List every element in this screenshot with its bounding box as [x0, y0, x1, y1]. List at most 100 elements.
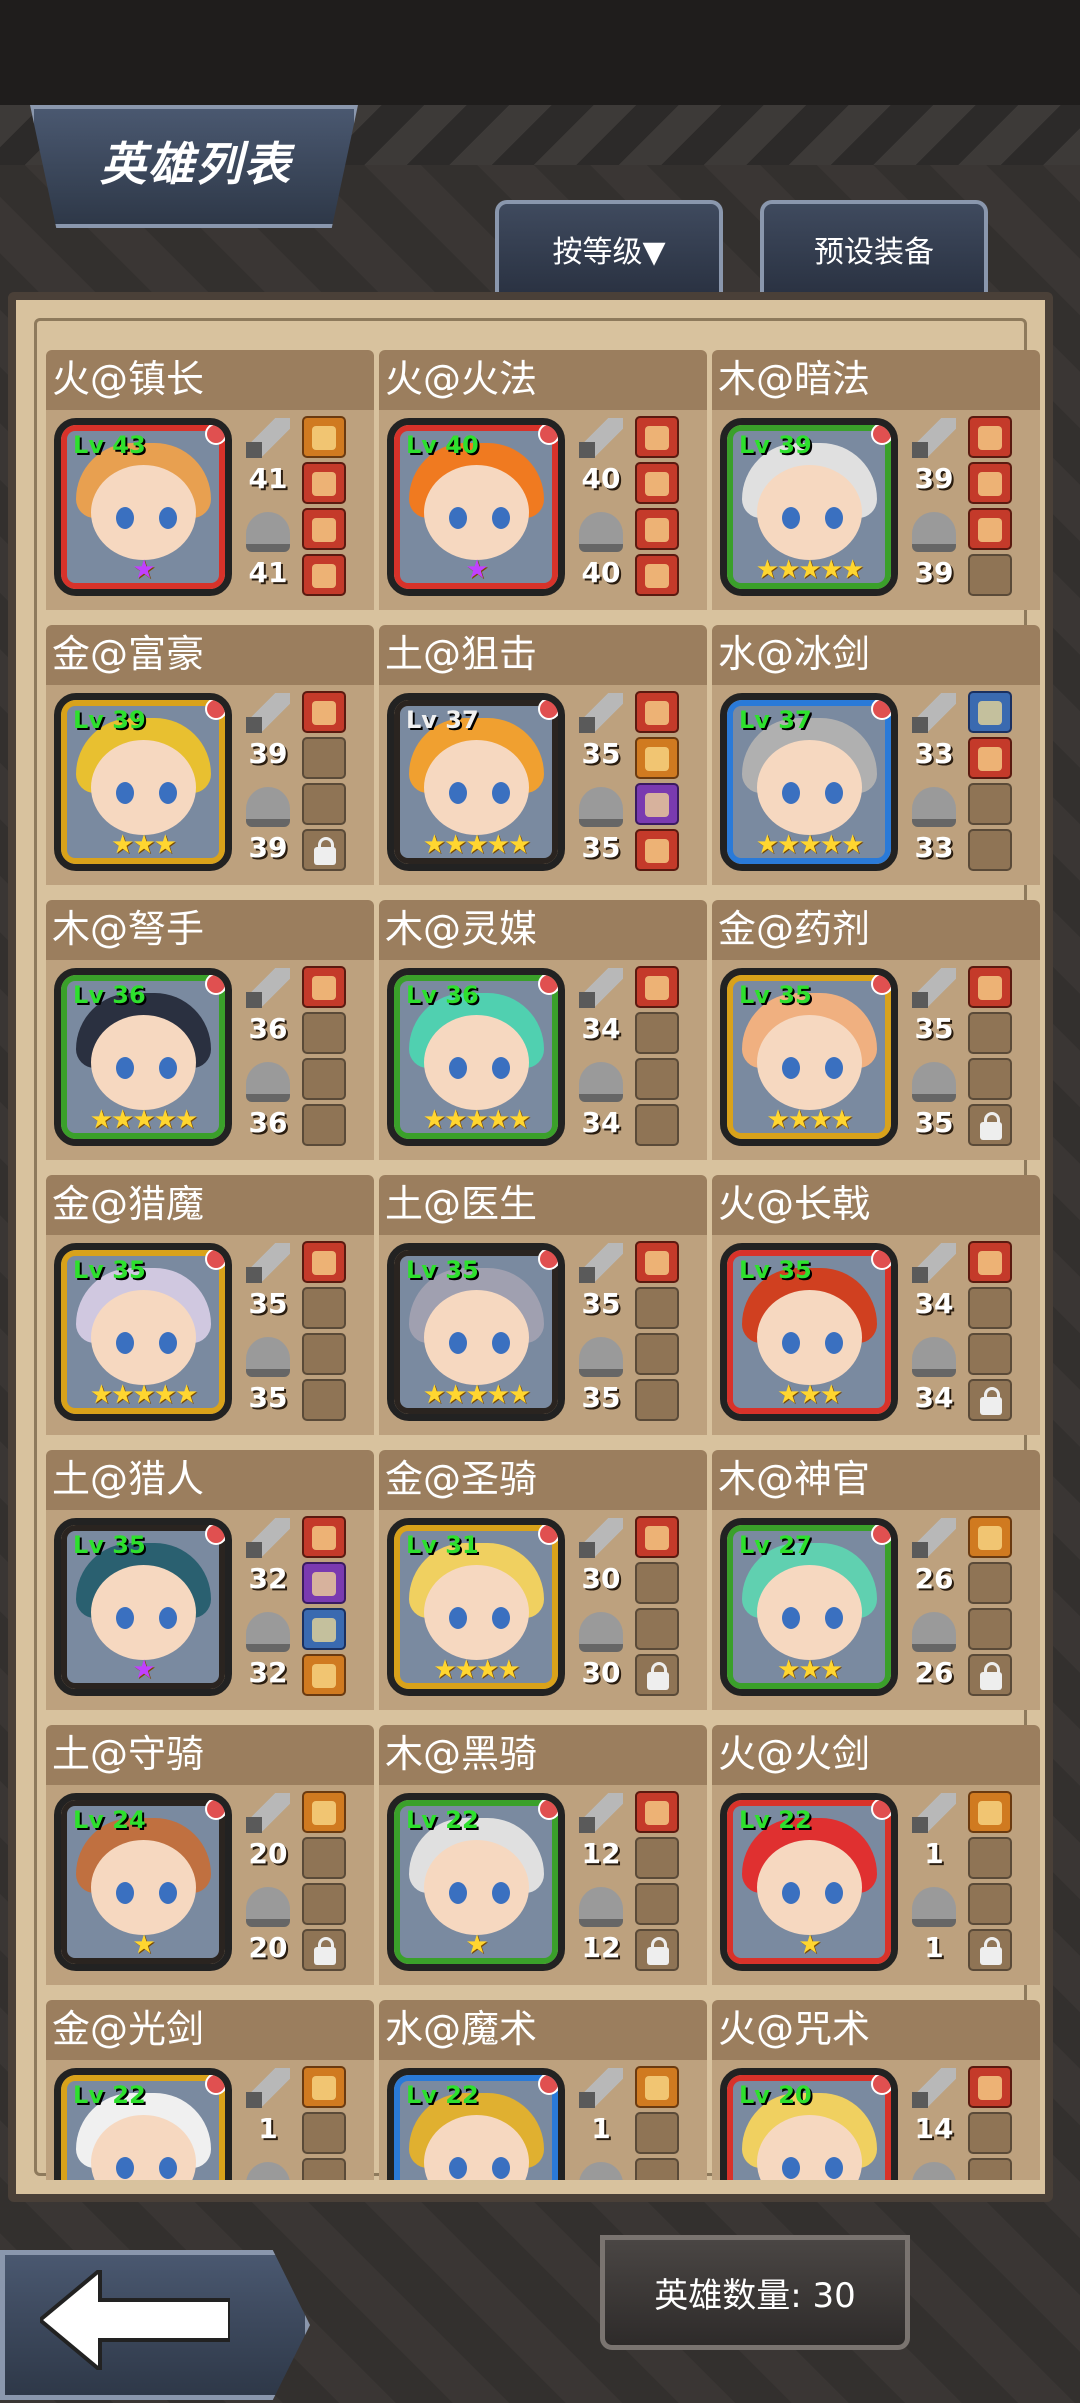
equipment-slot-empty[interactable] [968, 1883, 1012, 1925]
equipment-item-icon[interactable] [302, 416, 346, 458]
equipment-item-icon[interactable] [968, 1516, 1012, 1558]
equipment-slot-empty[interactable] [968, 2112, 1012, 2154]
hero-portrait[interactable]: Lv 35 ★★★★ [720, 968, 898, 1146]
hero-portrait[interactable]: Lv 39 ★★★★★ [720, 418, 898, 596]
lock-icon[interactable] [302, 829, 346, 871]
equipment-item-icon[interactable] [968, 1241, 1012, 1283]
hero-portrait[interactable]: Lv 22 ★ [720, 1793, 898, 1971]
equipment-slot-empty[interactable] [635, 1012, 679, 1054]
equipment-item-icon[interactable] [302, 1608, 346, 1650]
equipment-item-icon[interactable] [635, 1516, 679, 1558]
hero-portrait[interactable]: Lv 37 ★★★★★ [387, 693, 565, 871]
equipment-slot-empty[interactable] [968, 1608, 1012, 1650]
lock-icon[interactable] [302, 1929, 346, 1971]
hero-card[interactable]: 水@冰剑 Lv 37 ★★★★★ 33 33 [712, 625, 1040, 885]
equipment-item-icon[interactable] [635, 829, 679, 871]
equipment-slot-empty[interactable] [968, 829, 1012, 871]
hero-card[interactable]: 土@医生 Lv 35 ★★★★★ 35 35 [379, 1175, 707, 1435]
hero-card[interactable]: 火@咒术 Lv 20 14 [712, 2000, 1040, 2180]
lock-icon[interactable] [968, 1929, 1012, 1971]
equipment-slot-empty[interactable] [635, 1883, 679, 1925]
hero-card[interactable]: 火@长戟 Lv 35 ★★★ 34 34 [712, 1175, 1040, 1435]
equipment-slot-empty[interactable] [968, 1333, 1012, 1375]
hero-portrait[interactable]: Lv 22 [54, 2068, 232, 2180]
equipment-item-icon[interactable] [968, 462, 1012, 504]
equipment-slot-empty[interactable] [635, 2158, 679, 2180]
equipment-slot-empty[interactable] [968, 1837, 1012, 1879]
equipment-item-icon[interactable] [635, 691, 679, 733]
equipment-item-icon[interactable] [302, 691, 346, 733]
lock-icon[interactable] [635, 1654, 679, 1696]
equipment-item-icon[interactable] [302, 1516, 346, 1558]
lock-icon[interactable] [635, 1929, 679, 1971]
hero-portrait[interactable]: Lv 43 ★ [54, 418, 232, 596]
hero-portrait[interactable]: Lv 35 ★ [54, 1518, 232, 1696]
hero-card[interactable]: 火@镇长 Lv 43 ★ 41 41 [46, 350, 374, 610]
equipment-slot-empty[interactable] [302, 1379, 346, 1421]
hero-portrait[interactable]: Lv 31 ★★★★ [387, 1518, 565, 1696]
equipment-item-icon[interactable] [635, 554, 679, 596]
equipment-item-icon[interactable] [302, 462, 346, 504]
equipment-item-icon[interactable] [635, 508, 679, 550]
equipment-slot-empty[interactable] [968, 783, 1012, 825]
equipment-slot-empty[interactable] [635, 1608, 679, 1650]
equipment-item-icon[interactable] [968, 416, 1012, 458]
equipment-item-icon[interactable] [302, 2066, 346, 2108]
back-arrow-icon[interactable] [40, 2270, 230, 2370]
hero-portrait[interactable]: Lv 35 ★★★★★ [387, 1243, 565, 1421]
equipment-slot-empty[interactable] [635, 1104, 679, 1146]
hero-portrait[interactable]: Lv 20 [720, 2068, 898, 2180]
equipment-slot-empty[interactable] [635, 1287, 679, 1329]
equipment-slot-empty[interactable] [302, 1012, 346, 1054]
equipment-item-icon[interactable] [302, 1241, 346, 1283]
hero-portrait[interactable]: Lv 35 ★★★★★ [54, 1243, 232, 1421]
equipment-slot-empty[interactable] [968, 1058, 1012, 1100]
equipment-item-icon[interactable] [635, 416, 679, 458]
equipment-slot-empty[interactable] [302, 737, 346, 779]
equipment-item-icon[interactable] [968, 508, 1012, 550]
hero-portrait[interactable]: Lv 35 ★★★ [720, 1243, 898, 1421]
equipment-slot-empty[interactable] [302, 2158, 346, 2180]
equipment-item-icon[interactable] [635, 783, 679, 825]
equipment-item-icon[interactable] [635, 737, 679, 779]
equipment-slot-empty[interactable] [302, 1837, 346, 1879]
equipment-slot-empty[interactable] [302, 1883, 346, 1925]
hero-card[interactable]: 水@魔术 Lv 22 1 [379, 2000, 707, 2180]
equipment-slot-empty[interactable] [635, 1562, 679, 1604]
equipment-slot-empty[interactable] [302, 1333, 346, 1375]
equipment-item-icon[interactable] [635, 1791, 679, 1833]
equipment-slot-empty[interactable] [968, 1287, 1012, 1329]
equipment-item-icon[interactable] [635, 966, 679, 1008]
equipment-slot-empty[interactable] [635, 1837, 679, 1879]
equipment-item-icon[interactable] [968, 737, 1012, 779]
hero-card[interactable]: 木@灵媒 Lv 36 ★★★★★ 34 34 [379, 900, 707, 1160]
hero-card[interactable]: 金@猎魔 Lv 35 ★★★★★ 35 35 [46, 1175, 374, 1435]
equipment-slot-empty[interactable] [635, 2112, 679, 2154]
hero-card[interactable]: 金@药剂 Lv 35 ★★★★ 35 35 [712, 900, 1040, 1160]
hero-portrait[interactable]: Lv 40 ★ [387, 418, 565, 596]
equipment-slot-empty[interactable] [968, 2158, 1012, 2180]
equipment-item-icon[interactable] [302, 554, 346, 596]
hero-portrait[interactable]: Lv 24 ★ [54, 1793, 232, 1971]
hero-card[interactable]: 木@神官 Lv 27 ★★★ 26 26 [712, 1450, 1040, 1710]
equipment-item-icon[interactable] [968, 1791, 1012, 1833]
hero-portrait[interactable]: Lv 22 [387, 2068, 565, 2180]
equipment-slot-empty[interactable] [968, 1562, 1012, 1604]
hero-card[interactable]: 金@富豪 Lv 39 ★★★ 39 39 [46, 625, 374, 885]
hero-card[interactable]: 火@火剑 Lv 22 ★ 1 1 [712, 1725, 1040, 1985]
hero-portrait[interactable]: Lv 39 ★★★ [54, 693, 232, 871]
hero-card[interactable]: 土@守骑 Lv 24 ★ 20 20 [46, 1725, 374, 1985]
equipment-slot-empty[interactable] [635, 1058, 679, 1100]
hero-portrait[interactable]: Lv 22 ★ [387, 1793, 565, 1971]
preset-equipment-button[interactable]: 预设装备 [760, 200, 988, 294]
hero-portrait[interactable]: Lv 27 ★★★ [720, 1518, 898, 1696]
equipment-item-icon[interactable] [302, 508, 346, 550]
hero-portrait[interactable]: Lv 36 ★★★★★ [387, 968, 565, 1146]
hero-card[interactable]: 木@暗法 Lv 39 ★★★★★ 39 39 [712, 350, 1040, 610]
hero-card[interactable]: 火@火法 Lv 40 ★ 40 40 [379, 350, 707, 610]
equipment-item-icon[interactable] [635, 1241, 679, 1283]
equipment-slot-empty[interactable] [302, 1058, 346, 1100]
equipment-slot-empty[interactable] [968, 1012, 1012, 1054]
equipment-slot-empty[interactable] [968, 554, 1012, 596]
equipment-item-icon[interactable] [968, 691, 1012, 733]
